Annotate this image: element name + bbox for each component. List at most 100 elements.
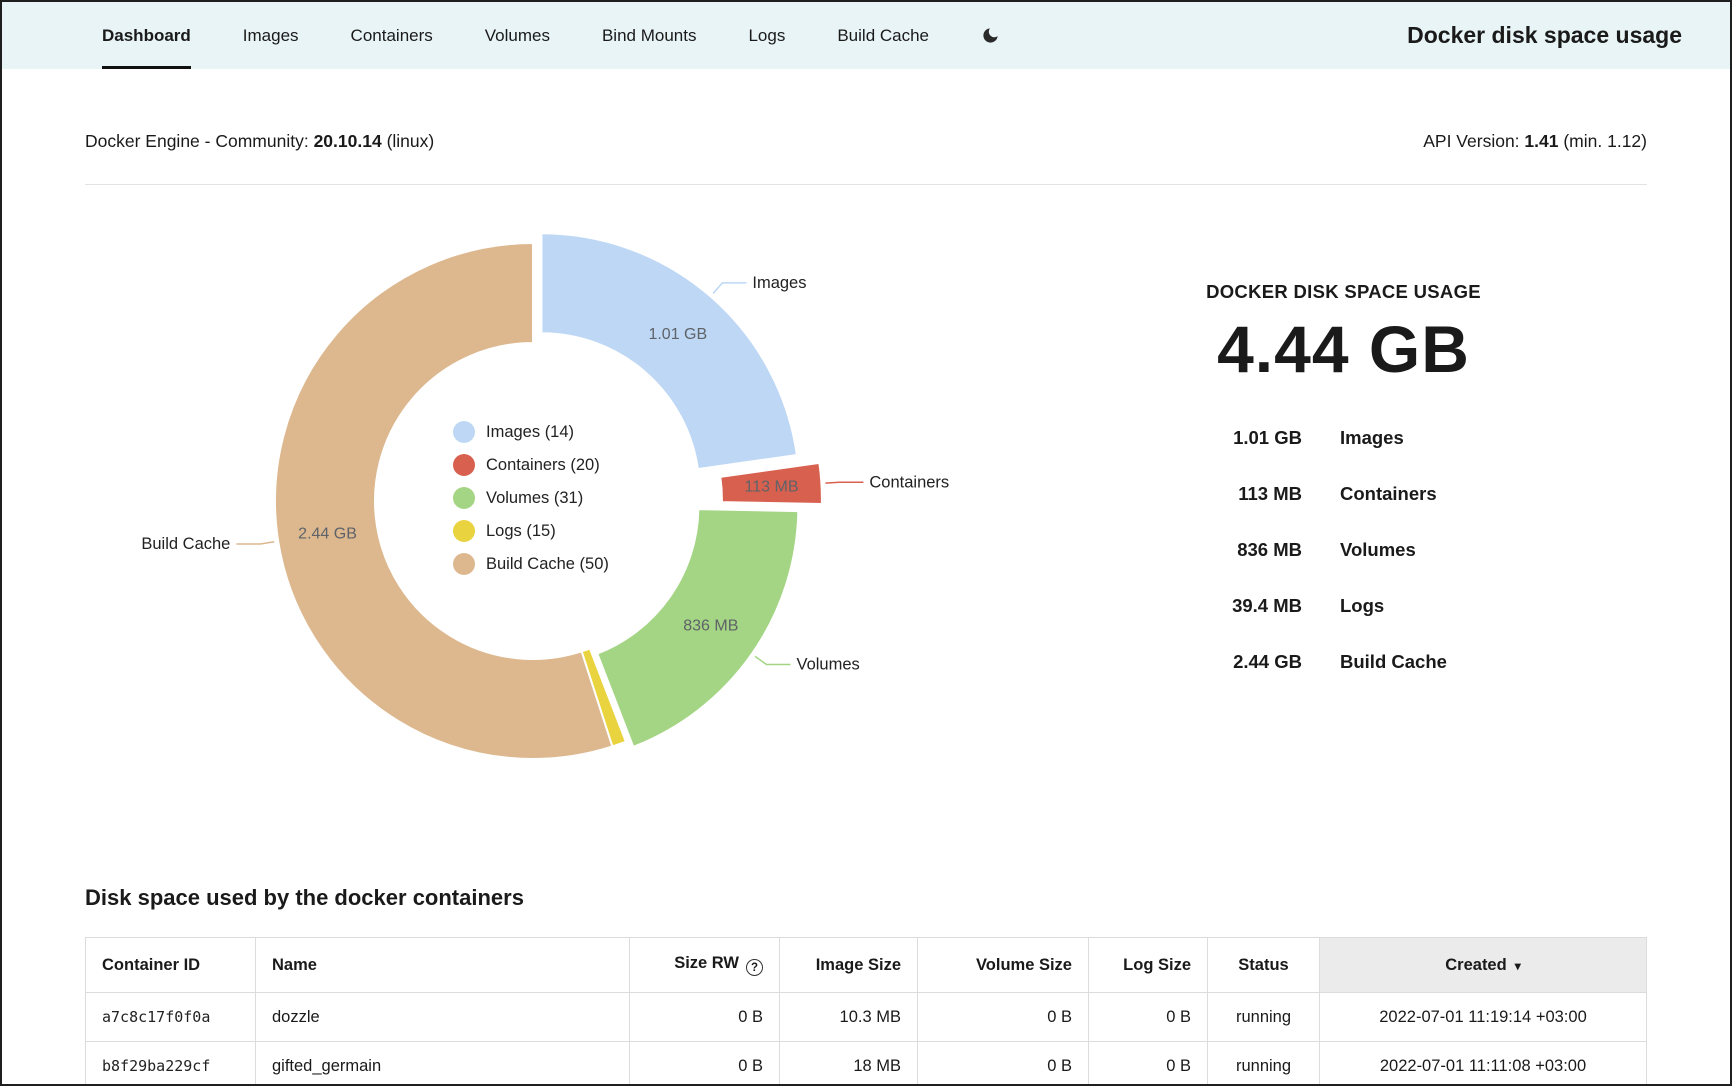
legend-swatch-images <box>453 421 475 443</box>
legend-swatch-volumes <box>453 487 475 509</box>
tab-logs[interactable]: Logs <box>748 2 785 69</box>
cell-log-size: 0 B <box>1089 1042 1208 1086</box>
summary-label: Images <box>1340 427 1500 449</box>
api-version: 1.41 <box>1524 131 1558 151</box>
legend-swatch-logs <box>453 520 475 542</box>
engine-platform: (linux) <box>387 131 435 151</box>
summary-row: 836 MB Volumes <box>1187 539 1500 561</box>
cell-container-id: b8f29ba229cf <box>86 1042 256 1086</box>
table-header-row: Container ID Name Size RW? Image Size Vo… <box>86 938 1647 993</box>
nav-tabs: Dashboard Images Containers Volumes Bind… <box>102 2 1000 69</box>
engine-label: Docker Engine - Community: <box>85 131 309 151</box>
slice-value-label-build-cache: 2.44 GB <box>298 525 357 542</box>
legend-item-containers[interactable]: Containers (20) <box>453 454 609 476</box>
slice-outside-label-build-cache: Build Cache <box>141 535 230 553</box>
summary-label: Containers <box>1340 483 1500 505</box>
containers-table-section: Disk space used by the docker containers… <box>2 885 1730 1086</box>
legend-label-build-cache: Build Cache (50) <box>486 555 609 574</box>
divider <box>85 184 1647 185</box>
summary-row: 1.01 GB Images <box>1187 427 1500 449</box>
summary-row: 113 MB Containers <box>1187 483 1500 505</box>
app-title: Docker disk space usage <box>1407 22 1682 49</box>
tab-containers[interactable]: Containers <box>351 2 433 69</box>
summary-label: Build Cache <box>1340 651 1500 673</box>
col-header-container-id[interactable]: Container ID <box>86 938 256 993</box>
label-leader-line-build-cache <box>236 542 274 544</box>
legend-label-logs: Logs (15) <box>486 522 556 541</box>
donut-chart: 1.01 GB Images 113 MB Containers 836 MB Volum… <box>85 221 1040 799</box>
triangle-down-icon: ▾ <box>1515 959 1521 973</box>
summary-value: 39.4 MB <box>1187 595 1302 617</box>
slice-value-label-volumes: 836 MB <box>683 617 738 634</box>
cell-status: running <box>1208 993 1320 1042</box>
legend-swatch-containers <box>453 454 475 476</box>
navbar: Dashboard Images Containers Volumes Bind… <box>2 2 1730 69</box>
tab-volumes[interactable]: Volumes <box>485 2 550 69</box>
slice-outside-label-images: Images <box>752 274 806 292</box>
tab-bind-mounts[interactable]: Bind Mounts <box>602 2 697 69</box>
summary-value: 836 MB <box>1187 539 1302 561</box>
legend-item-logs[interactable]: Logs (15) <box>453 520 609 542</box>
legend-item-images[interactable]: Images (14) <box>453 421 609 443</box>
cell-size-rw: 0 B <box>630 993 780 1042</box>
summary-value: 113 MB <box>1187 483 1302 505</box>
summary-row: 39.4 MB Logs <box>1187 595 1500 617</box>
cell-size-rw: 0 B <box>630 1042 780 1086</box>
screen: Dashboard Images Containers Volumes Bind… <box>0 0 1732 1086</box>
summary-total: 4.44 GB <box>1217 311 1470 387</box>
slice-outside-label-volumes: Volumes <box>797 655 860 673</box>
containers-table: Container ID Name Size RW? Image Size Vo… <box>85 937 1647 1086</box>
cell-name: dozzle <box>256 993 630 1042</box>
summary-label: Logs <box>1340 595 1500 617</box>
containers-table-body: a7c8c17f0f0a dozzle 0 B 10.3 MB 0 B 0 B … <box>86 993 1647 1086</box>
summary-value: 1.01 GB <box>1187 427 1302 449</box>
col-header-size-rw-label: Size RW <box>674 954 739 972</box>
legend-item-build-cache[interactable]: Build Cache (50) <box>453 553 609 575</box>
disk-usage-section: 1.01 GB Images 113 MB Containers 836 MB Volum… <box>2 221 1730 799</box>
tab-dashboard[interactable]: Dashboard <box>102 2 191 69</box>
col-header-created[interactable]: Created▾ <box>1320 938 1647 993</box>
api-label: API Version: <box>1423 131 1519 151</box>
col-header-name[interactable]: Name <box>256 938 630 993</box>
legend-label-volumes: Volumes (31) <box>486 489 583 508</box>
col-header-size-rw[interactable]: Size RW? <box>630 938 780 993</box>
cell-name: gifted_germain <box>256 1042 630 1086</box>
label-leader-line-images <box>713 283 746 294</box>
summary-row: 2.44 GB Build Cache <box>1187 651 1500 673</box>
legend-swatch-build-cache <box>453 553 475 575</box>
api-info: API Version: 1.41 (min. 1.12) <box>1423 131 1647 152</box>
cell-image-size: 18 MB <box>780 1042 918 1086</box>
engine-info-row: Docker Engine - Community: 20.10.14 (lin… <box>2 131 1730 152</box>
api-min-version: (min. 1.12) <box>1563 131 1647 151</box>
question-circle-icon[interactable]: ? <box>746 959 763 976</box>
theme-toggle-button[interactable] <box>981 2 1000 69</box>
legend-label-containers: Containers (20) <box>486 456 600 475</box>
summary-rows: 1.01 GB Images 113 MB Containers 836 MB … <box>1187 427 1500 673</box>
tab-build-cache[interactable]: Build Cache <box>837 2 929 69</box>
tab-images[interactable]: Images <box>243 2 299 69</box>
cell-volume-size: 0 B <box>918 1042 1089 1086</box>
containers-table-heading: Disk space used by the docker containers <box>85 885 1647 911</box>
cell-image-size: 10.3 MB <box>780 993 918 1042</box>
col-header-status[interactable]: Status <box>1208 938 1320 993</box>
cell-container-id: a7c8c17f0f0a <box>86 993 256 1042</box>
cell-created: 2022-07-01 11:11:08 +03:00 <box>1320 1042 1647 1086</box>
container-row: b8f29ba229cf gifted_germain 0 B 18 MB 0 … <box>86 1042 1647 1086</box>
legend-item-volumes[interactable]: Volumes (31) <box>453 487 609 509</box>
container-row: a7c8c17f0f0a dozzle 0 B 10.3 MB 0 B 0 B … <box>86 993 1647 1042</box>
chart-legend: Images (14) Containers (20) Volumes (31) Lo… <box>453 421 609 575</box>
col-header-log-size[interactable]: Log Size <box>1089 938 1208 993</box>
engine-version: 20.10.14 <box>314 131 382 151</box>
cell-volume-size: 0 B <box>918 993 1089 1042</box>
slice-value-label-images: 1.01 GB <box>648 326 707 343</box>
cell-created: 2022-07-01 11:19:14 +03:00 <box>1320 993 1647 1042</box>
slice-value-label-containers: 113 MB <box>745 478 799 495</box>
slice-outside-label-containers: Containers <box>869 473 949 491</box>
summary-value: 2.44 GB <box>1187 651 1302 673</box>
cell-log-size: 0 B <box>1089 993 1208 1042</box>
summary-title: DOCKER DISK SPACE USAGE <box>1206 281 1481 303</box>
cell-status: running <box>1208 1042 1320 1086</box>
col-header-image-size[interactable]: Image Size <box>780 938 918 993</box>
col-header-volume-size[interactable]: Volume Size <box>918 938 1089 993</box>
label-leader-line-containers <box>825 482 863 483</box>
